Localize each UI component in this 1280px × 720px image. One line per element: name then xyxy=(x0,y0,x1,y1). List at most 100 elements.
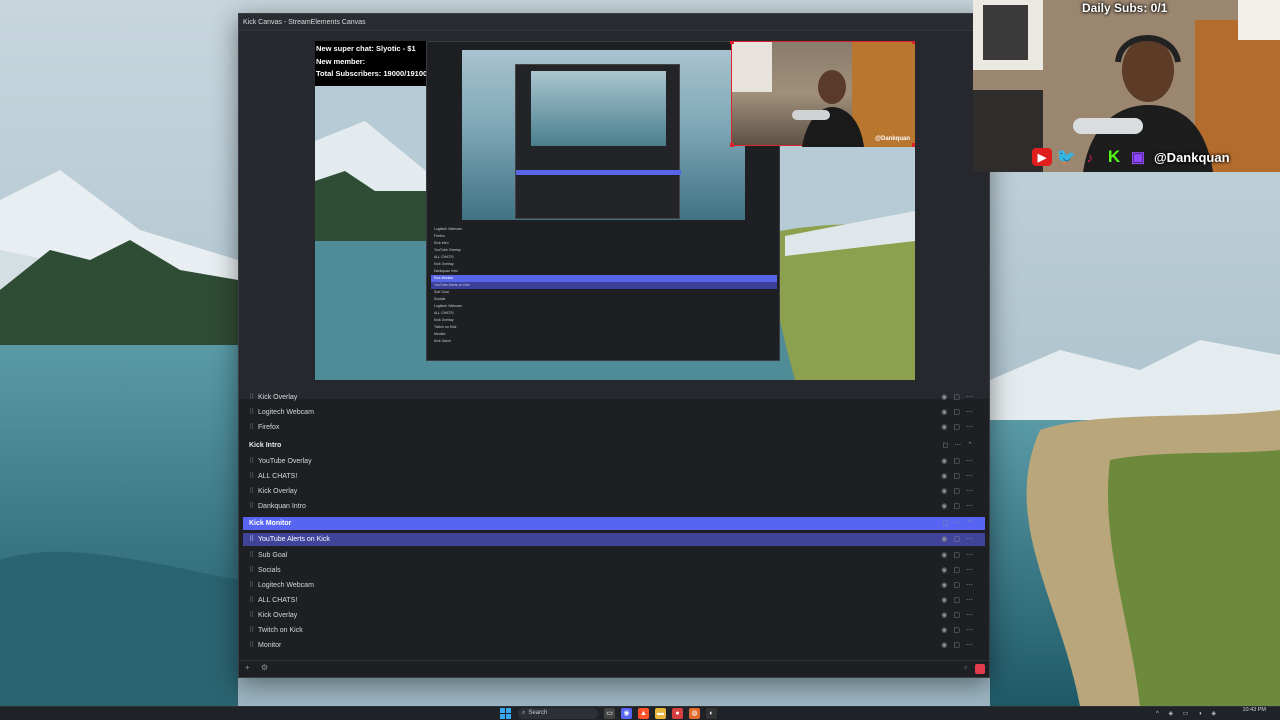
file-explorer-icon[interactable]: ▬ xyxy=(655,708,666,719)
source-row[interactable]: ⠿ Logitech Webcam ◉▢⋯ xyxy=(243,405,985,420)
source-group-row[interactable]: Kick Monitor ◻⋯⌃ xyxy=(243,517,985,530)
drag-handle-icon[interactable]: ⠿ xyxy=(249,484,254,499)
nested-source-list: Logitech Webcam Firefox Kick Intro YouTube … xyxy=(431,226,777,345)
row-actions[interactable]: ◉▢⋯ xyxy=(941,499,979,514)
task-view-icon[interactable]: ▭ xyxy=(604,708,615,719)
drag-handle-icon[interactable]: ⠿ xyxy=(249,499,254,514)
start-icon[interactable] xyxy=(500,708,512,719)
row-actions[interactable]: ◉▢⋯ xyxy=(941,484,979,499)
source-label: Kick Overlay xyxy=(258,488,298,495)
youtube-icon: ▶ xyxy=(1032,148,1052,166)
row-actions[interactable]: ◻⋯⌃ xyxy=(942,438,979,453)
source-label: Dankquan Intro xyxy=(258,503,306,510)
source-label: YouTube Alerts on Kick xyxy=(258,536,330,543)
drag-handle-icon[interactable]: ⠿ xyxy=(249,454,254,469)
drag-handle-icon[interactable]: ⠿ xyxy=(249,578,254,593)
source-row[interactable]: ⠿ ALL CHATS! ◉▢⋯ xyxy=(243,469,985,484)
inner-highlight xyxy=(516,170,681,175)
source-row[interactable]: ⠿ Kick Overlay ◉▢⋯ xyxy=(243,608,985,623)
row-actions[interactable]: ◉▢⋯ xyxy=(941,638,979,653)
source-row[interactable]: ⠿ Firefox ◉▢⋯ xyxy=(243,420,985,435)
source-label: ALL CHATS! xyxy=(258,473,298,480)
system-tray[interactable]: ^ ◈ ▭ ◑ ◈ xyxy=(1156,710,1220,717)
brave-icon[interactable]: ▲ xyxy=(638,708,649,719)
source-row[interactable]: ⠿ Socials ◉▢⋯ xyxy=(243,563,985,578)
layout-icon[interactable]: ▫ xyxy=(964,663,967,672)
drag-handle-icon[interactable]: ⠿ xyxy=(249,638,254,653)
app-icon-red[interactable]: ● xyxy=(672,708,683,719)
row-actions[interactable]: ◉▢⋯ xyxy=(941,392,979,405)
inner-nested-window xyxy=(515,64,681,219)
firefox-icon[interactable]: ◍ xyxy=(689,708,700,719)
row-actions[interactable]: ◉▢⋯ xyxy=(941,454,979,469)
drag-handle-icon[interactable]: ⠿ xyxy=(249,392,254,405)
row-actions[interactable]: ◉▢⋯ xyxy=(941,533,979,546)
row-actions[interactable]: ◉▢⋯ xyxy=(941,548,979,563)
nested-source-row: Kick Monitor xyxy=(431,275,777,282)
source-row[interactable]: ⠿ ALL CHATS! ◉▢⋯ xyxy=(243,593,985,608)
drag-handle-icon[interactable]: ⠿ xyxy=(249,548,254,563)
drag-handle-icon[interactable]: ⠿ xyxy=(249,623,254,638)
row-actions[interactable]: ◻⋯⌃ xyxy=(942,517,979,530)
row-actions[interactable]: ◉▢⋯ xyxy=(941,608,979,623)
row-actions[interactable]: ◉▢⋯ xyxy=(941,578,979,593)
source-row[interactable]: ⠿ Sub Goal ◉▢⋯ xyxy=(243,548,985,563)
source-row[interactable]: ⠿ Kick Overlay ◉▢⋯ xyxy=(243,392,985,405)
source-label: Firefox xyxy=(258,424,280,431)
drag-handle-icon[interactable]: ⠿ xyxy=(249,405,254,420)
nested-source-row: Sub Goal xyxy=(434,290,449,294)
row-actions[interactable]: ◉▢⋯ xyxy=(941,593,979,608)
source-row[interactable]: ⠿ YouTube Overlay ◉▢⋯ xyxy=(243,454,985,469)
daily-subs-counter: Daily Subs: 0/1 xyxy=(1082,1,1168,15)
chat-alert-overlay[interactable]: New super chat: Slyotic - $1 New member:… xyxy=(315,41,439,86)
window-title: Kick Canvas - StreamElements Canvas xyxy=(239,14,989,31)
sources-toolbar: + ⚙ ▫ xyxy=(239,660,989,677)
row-actions[interactable]: ◉▢⋯ xyxy=(941,563,979,578)
source-row[interactable]: ⠿ Dankquan Intro ◉▢⋯ xyxy=(243,499,985,514)
resize-handle-bl[interactable] xyxy=(730,143,734,147)
drag-handle-icon[interactable]: ⠿ xyxy=(249,593,254,608)
row-actions[interactable]: ◉▢⋯ xyxy=(941,420,979,435)
row-actions[interactable]: ◉▢⋯ xyxy=(941,405,979,420)
social-bar: ▶ 🐦 ♪ K ▣ @Dankquan xyxy=(1032,147,1230,167)
drag-handle-icon[interactable]: ⠿ xyxy=(249,469,254,484)
settings-gear-icon[interactable]: ⚙ xyxy=(261,663,268,672)
record-button[interactable] xyxy=(975,664,985,674)
drag-handle-icon[interactable]: ⠿ xyxy=(249,420,254,435)
nested-source-row: Monitor xyxy=(434,332,446,336)
row-actions[interactable]: ◉▢⋯ xyxy=(941,623,979,638)
discord-icon[interactable]: ◉ xyxy=(621,708,632,719)
resize-handle-tr[interactable] xyxy=(912,41,915,44)
drag-handle-icon[interactable]: ⠿ xyxy=(249,563,254,578)
nested-source-row: Kick Game xyxy=(434,339,452,343)
scene-preview[interactable]: New super chat: Slyotic - $1 New member:… xyxy=(315,41,915,380)
source-label: YouTube Overlay xyxy=(258,458,312,465)
nested-source-row: Logitech Webcam xyxy=(434,227,462,231)
source-row[interactable]: ⠿ YouTube Alerts on Kick ◉▢⋯ xyxy=(243,533,985,546)
canvas-area[interactable]: New super chat: Slyotic - $1 New member:… xyxy=(239,31,989,399)
resize-handle-br[interactable] xyxy=(912,143,915,147)
source-row[interactable]: ⠿ Monitor ◉▢⋯ xyxy=(243,638,985,653)
nested-source-row: Firefox xyxy=(434,234,445,238)
resize-handle-tl[interactable] xyxy=(730,41,734,44)
nested-source-row: Kick Overlay xyxy=(434,318,454,322)
inner-preview xyxy=(531,71,666,146)
source-label: ALL CHATS! xyxy=(258,597,298,604)
add-source-icon[interactable]: + xyxy=(245,663,250,672)
search-icon: ⌕ xyxy=(522,710,526,716)
taskbar-clock[interactable]: 10:43 PM xyxy=(1242,707,1266,713)
kick-icon: K xyxy=(1107,147,1121,166)
source-row[interactable]: ⠿ Logitech Webcam ◉▢⋯ xyxy=(243,578,985,593)
drag-handle-icon[interactable]: ⠿ xyxy=(249,533,254,546)
obs-icon[interactable]: ◐ xyxy=(706,708,717,719)
source-group-row[interactable]: Kick Intro ◻⋯⌃ xyxy=(243,438,985,453)
taskbar-search[interactable]: ⌕ Search xyxy=(518,708,598,719)
drag-handle-icon[interactable]: ⠿ xyxy=(249,608,254,623)
row-actions[interactable]: ◉▢⋯ xyxy=(941,469,979,484)
source-row[interactable]: ⠿ Kick Overlay ◉▢⋯ xyxy=(243,484,985,499)
webcam-source-selected[interactable]: @Dankquan xyxy=(730,41,915,147)
nested-source-row: Kick Intro xyxy=(434,241,449,245)
source-row[interactable]: ⠿ Twitch on Kick ◉▢⋯ xyxy=(243,623,985,638)
nested-source-row: Socials xyxy=(434,297,446,301)
clock-time: 10:43 PM xyxy=(1242,707,1266,713)
